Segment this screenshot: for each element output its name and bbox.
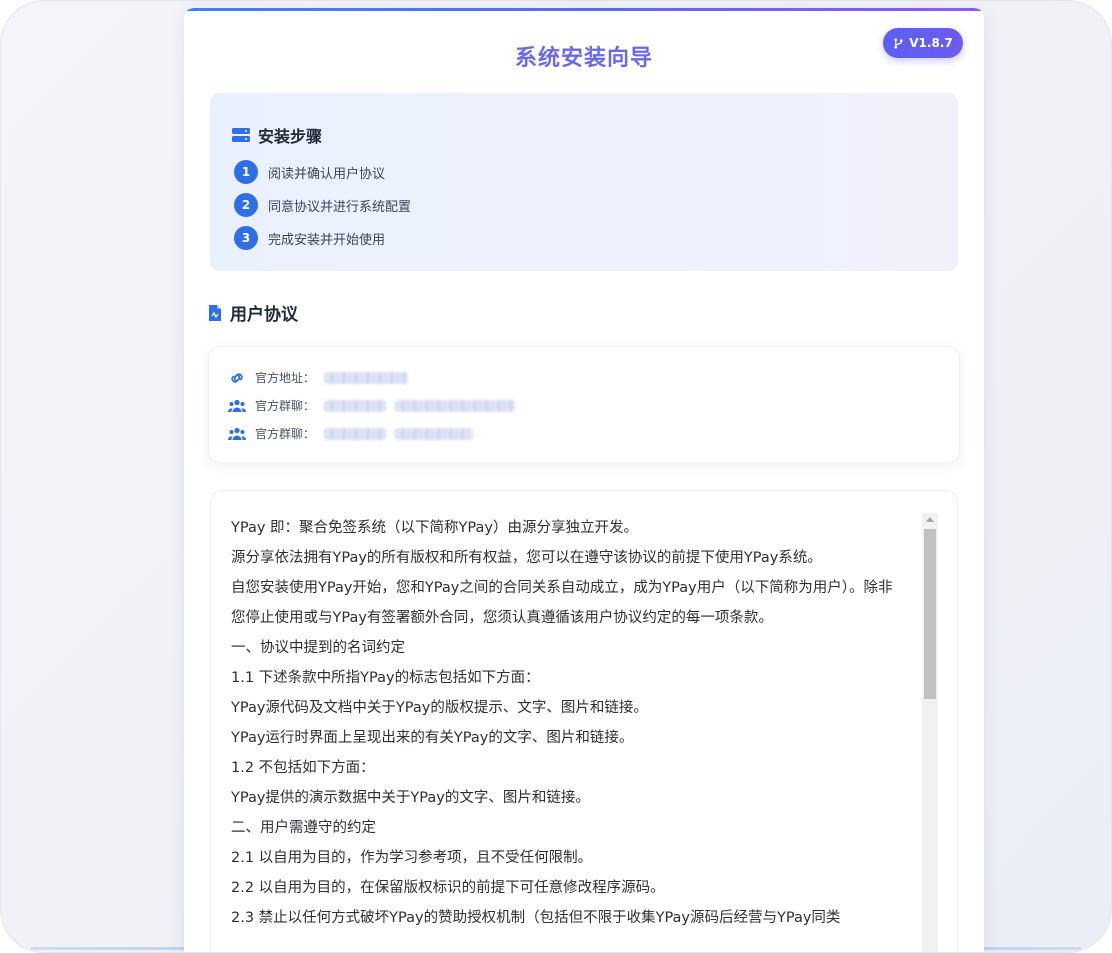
scroll-up-arrow-icon[interactable] [926, 517, 934, 522]
users-icon [228, 399, 246, 413]
terms-line: 2.2 以自用为目的，在保留版权标识的前提下可任意修改程序源码。 [231, 873, 901, 903]
agreement-title: 用户协议 [230, 300, 298, 325]
terms-line: 二、用户需遵守的约定 [231, 813, 901, 843]
redacted-value[interactable] [395, 400, 515, 412]
server-icon [232, 127, 250, 143]
agreement-text-area[interactable]: YPay 即：聚合免签系统（以下简称YPay）由源分享独立开发。 源分享依法拥有… [210, 490, 958, 953]
terms-line: YPay 即：聚合免签系统（以下简称YPay）由源分享独立开发。 [231, 513, 901, 543]
version-label: V1.8.7 [909, 36, 952, 50]
scroll-thumb[interactable] [924, 529, 936, 699]
users-icon [228, 427, 246, 441]
info-row-website: 官方地址： [228, 369, 408, 386]
step-item: 3 完成安装并开始使用 [234, 226, 385, 250]
terms-line: 2.1 以自用为目的，作为学习参考项，且不受任何限制。 [231, 843, 901, 873]
official-info-card: 官方地址： 官方群聊： [208, 346, 960, 463]
install-steps-panel: 安装步骤 1 阅读并确认用户协议 2 同意协议并进行系统配置 3 完成安装并开始… [210, 93, 958, 271]
redacted-value[interactable] [395, 428, 473, 440]
redacted-value[interactable] [324, 400, 386, 412]
step-item: 1 阅读并确认用户协议 [234, 160, 385, 184]
step-number: 1 [234, 160, 258, 184]
page-title: 系统安装向导 [184, 40, 984, 72]
step-item: 2 同意协议并进行系统配置 [234, 193, 411, 217]
agreement-text: YPay 即：聚合免签系统（以下简称YPay）由源分享独立开发。 源分享依法拥有… [231, 513, 901, 933]
window-frame: 系统安装向导 V1.8.7 安装步骤 1 [0, 0, 1112, 953]
version-badge[interactable]: V1.8.7 [883, 28, 963, 58]
card-accent-bar [184, 8, 984, 11]
terms-line: 2.3 禁止以任何方式破坏YPay的赞助授权机制（包括但不限于收集YPay源码后… [231, 903, 901, 933]
terms-line: YPay源代码及文档中关于YPay的版权提示、文字、图片和链接。 [231, 693, 901, 723]
step-label: 同意协议并进行系统配置 [268, 196, 411, 215]
redacted-value[interactable] [324, 372, 408, 384]
redacted-value[interactable] [324, 428, 386, 440]
steps-heading: 安装步骤 [232, 123, 322, 147]
info-label: 官方地址： [255, 369, 315, 386]
installer-card: 系统安装向导 V1.8.7 安装步骤 1 [184, 8, 984, 953]
step-number: 3 [234, 226, 258, 250]
agreement-heading: 用户协议 [208, 300, 298, 325]
info-row-group: 官方群聊： [228, 425, 473, 442]
terms-line: YPay运行时界面上呈现出来的有关YPay的文字、图片和链接。 [231, 723, 901, 753]
link-icon [228, 371, 246, 385]
scrollbar[interactable] [922, 513, 938, 953]
terms-line: YPay提供的演示数据中关于YPay的文字、图片和链接。 [231, 783, 901, 813]
terms-line: 一、协议中提到的名词约定 [231, 633, 901, 663]
terms-line: 自您安装使用YPay开始，您和YPay之间的合同关系自动成立，成为YPay用户（… [231, 573, 901, 633]
terms-line: 源分享依法拥有YPay的所有版权和所有权益，您可以在遵守该协议的前提下使用YPa… [231, 543, 901, 573]
step-label: 完成安装并开始使用 [268, 229, 385, 248]
document-icon [208, 304, 222, 322]
info-label: 官方群聊： [255, 397, 315, 414]
step-number: 2 [234, 193, 258, 217]
terms-line: 1.2 不包括如下方面： [231, 753, 901, 783]
branch-icon [893, 38, 904, 49]
steps-title: 安装步骤 [258, 123, 322, 147]
terms-line: 1.1 下述条款中所指YPay的标志包括如下方面： [231, 663, 901, 693]
step-label: 阅读并确认用户协议 [268, 163, 385, 182]
info-row-group: 官方群聊： [228, 397, 515, 414]
info-label: 官方群聊： [255, 425, 315, 442]
